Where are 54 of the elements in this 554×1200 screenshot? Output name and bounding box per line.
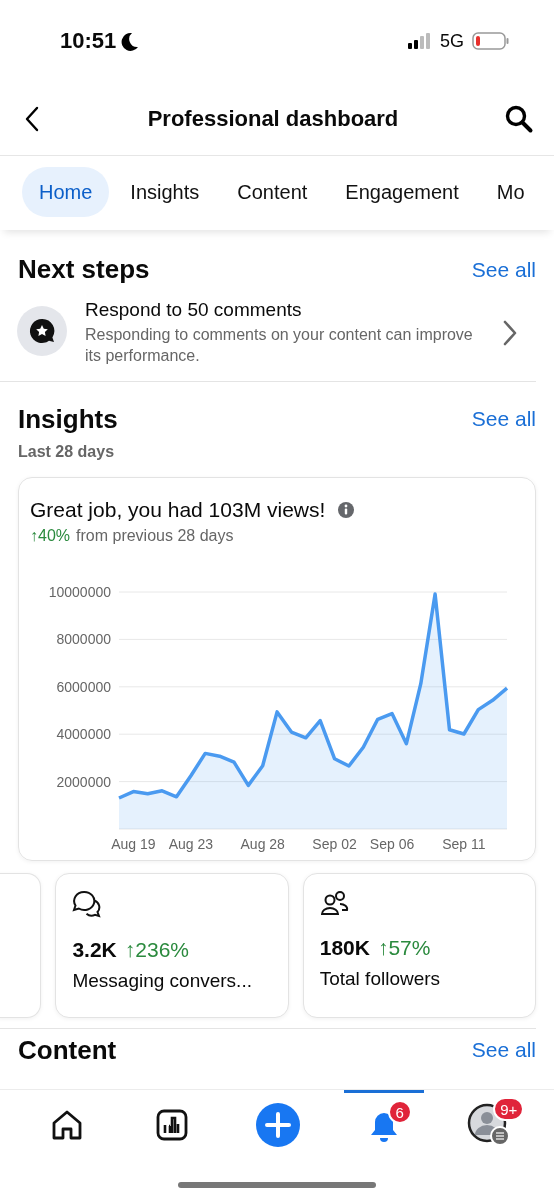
metric-value: 3.2K bbox=[72, 937, 117, 962]
nav-tab[interactable]: 9+ bbox=[449, 1090, 530, 1160]
axis-label: Sep 06 bbox=[369, 835, 415, 852]
bar-chart-icon bbox=[156, 1109, 189, 1141]
metric-label: Messaging convers... bbox=[72, 969, 253, 992]
see-all-link[interactable]: See all bbox=[471, 1037, 536, 1062]
chevron-right-icon bbox=[502, 318, 518, 347]
metric-change: ↑57% bbox=[377, 935, 431, 960]
search-icon[interactable] bbox=[504, 103, 534, 134]
notification-badge: 6 bbox=[387, 1100, 412, 1124]
status-time: 10:51 bbox=[60, 28, 117, 54]
tab[interactable]: Content bbox=[220, 167, 325, 217]
notification-badge: 9+ bbox=[493, 1097, 525, 1121]
change-percent: ↑40% bbox=[30, 526, 71, 545]
info-icon[interactable] bbox=[337, 500, 356, 519]
step-title: Respond to 50 comments bbox=[85, 299, 303, 321]
moon-icon bbox=[119, 31, 140, 51]
network-label: 5G bbox=[440, 30, 464, 52]
next-step-item[interactable]: Respond to 50 comments Responding to comments on your content can improve its performance. bbox=[0, 285, 536, 382]
axis-label: Sep 02 bbox=[312, 835, 357, 852]
axis-label: Aug 19 bbox=[111, 835, 156, 852]
tab[interactable]: Engagement bbox=[328, 167, 476, 217]
axis-label: 4000000 bbox=[56, 725, 111, 742]
see-all-link[interactable]: See all bbox=[471, 407, 536, 432]
people-icon bbox=[319, 889, 350, 916]
step-description: Responding to comments on your content can improve its performance. bbox=[85, 325, 474, 366]
chat-bubbles-icon bbox=[72, 889, 103, 918]
metric-change: ↑236% bbox=[124, 937, 189, 962]
section-title: Insights bbox=[18, 403, 118, 435]
section-title: Next steps bbox=[18, 254, 150, 285]
axis-label: 2000000 bbox=[56, 773, 111, 790]
axis-label: 10000000 bbox=[48, 583, 111, 600]
page-title: Professional dashboard bbox=[147, 105, 399, 132]
change-caption: from previous 28 days bbox=[76, 526, 234, 545]
metric-label: Total followers bbox=[319, 967, 442, 990]
tab[interactable]: Insights bbox=[113, 167, 217, 217]
metric-value: 180K bbox=[319, 935, 370, 960]
section-title: Content bbox=[18, 1034, 117, 1065]
period-label: Last 28 days bbox=[17, 441, 116, 461]
axis-label: Sep 11 bbox=[442, 835, 486, 852]
tab[interactable]: Mo bbox=[479, 167, 525, 217]
plus-icon bbox=[256, 1103, 300, 1147]
metric-card[interactable]: 3.2K ↑236% Messaging convers... bbox=[55, 872, 289, 1018]
card-headline: Great job, you had 103M views! bbox=[30, 497, 326, 522]
signal-icon bbox=[408, 33, 432, 49]
battery-icon bbox=[472, 32, 510, 50]
axis-label: Aug 28 bbox=[240, 835, 285, 852]
metric-card[interactable]: 180K ↑57% Total followers bbox=[302, 872, 536, 1018]
see-all-link[interactable]: See all bbox=[471, 257, 536, 282]
axis-label: 6000000 bbox=[56, 678, 111, 695]
axis-label: Aug 23 bbox=[168, 835, 214, 852]
axis-label: 8000000 bbox=[56, 631, 111, 647]
tab[interactable]: Home bbox=[22, 167, 110, 217]
nav-tab[interactable]: 6 bbox=[343, 1090, 424, 1160]
